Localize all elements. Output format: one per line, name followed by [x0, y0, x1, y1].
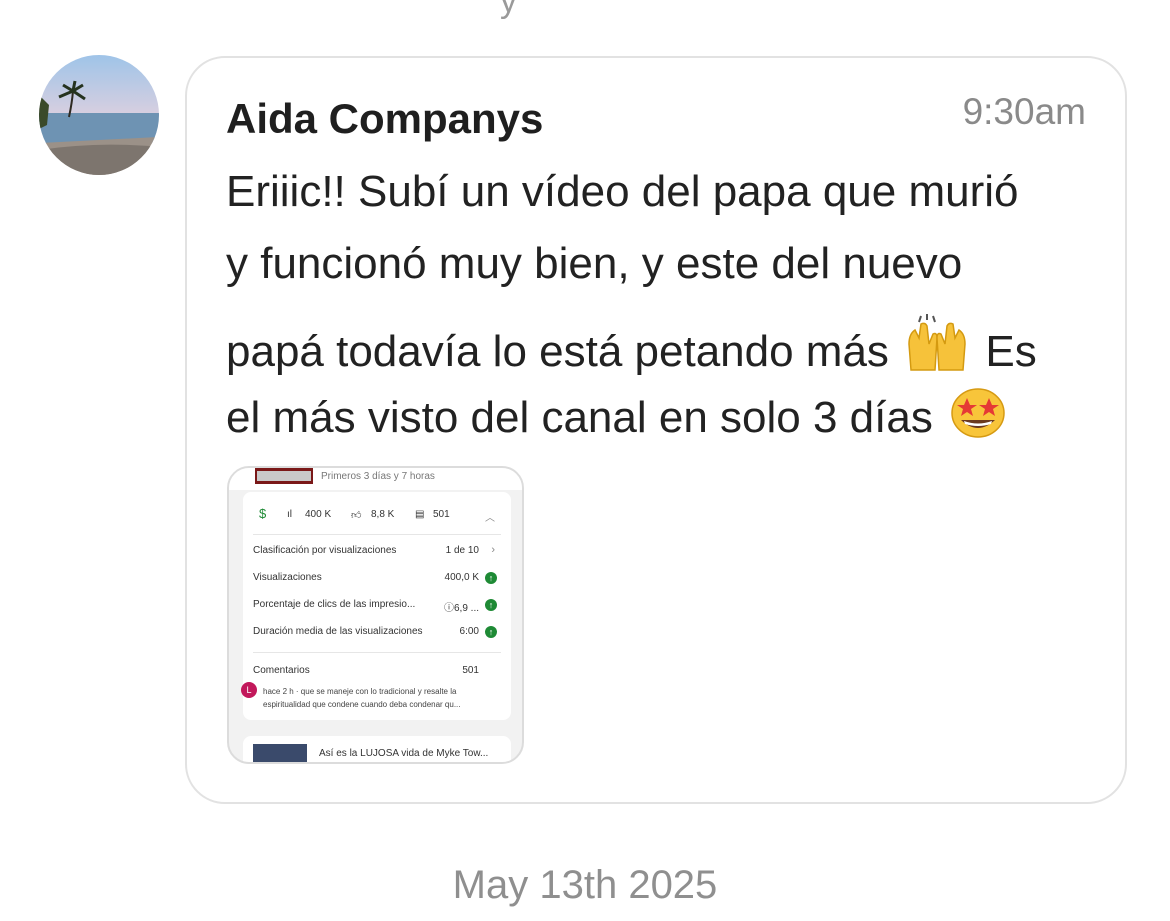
- thumbs-up-icon: 👍︎: [351, 510, 362, 521]
- commenter-avatar: L: [241, 682, 257, 698]
- dollar-icon: $: [259, 506, 267, 521]
- stats-bar: $ ıl 400 K 👍︎ 8,8 K ▤ 501 ︿: [243, 506, 511, 526]
- divider: [253, 652, 501, 653]
- message-line-1: Eriiic!! Subí un vídeo del papa que muri…: [226, 167, 1019, 216]
- row-label: Porcentaje de clics de las impresio...: [253, 599, 416, 610]
- likes-count: 8,8 K: [371, 509, 395, 520]
- comments-stat: 501: [433, 509, 450, 520]
- chevron-right-icon: ›: [491, 544, 495, 556]
- analytics-screenshot-attachment[interactable]: Primeros 3 días y 7 horas $ ıl 400 K 👍︎ …: [227, 466, 524, 764]
- arrow-up-icon: ↑: [485, 572, 497, 584]
- row-label: Duración media de las visualizaciones: [253, 626, 423, 637]
- attachment-header: Primeros 3 días y 7 horas: [229, 468, 522, 490]
- arrow-up-icon: ↑: [485, 626, 497, 638]
- chevron-up-icon[interactable]: ︿: [485, 509, 495, 524]
- previous-text-fragment: y: [500, 0, 517, 20]
- row-label: Visualizaciones: [253, 572, 322, 583]
- views-count: 400 K: [305, 509, 332, 520]
- message-line-3-end: Es: [985, 327, 1037, 376]
- stat-row-rank[interactable]: Clasificación por visualizaciones 1 de 1…: [253, 544, 501, 559]
- next-video-card[interactable]: Así es la LUJOSA vida de Myke Tow...: [243, 736, 511, 762]
- row-value: 6:00: [459, 626, 479, 637]
- sender-name[interactable]: Aida Companys: [226, 95, 543, 143]
- video-thumbnail: [253, 744, 307, 762]
- row-value: ⓘ6,9 ...: [443, 603, 479, 614]
- stat-row-ctr: Porcentaje de clics de las impresio... ⓘ…: [253, 599, 501, 614]
- arrow-up-icon: ↑: [485, 599, 497, 611]
- comments-icon: ▤: [415, 509, 425, 520]
- comment-text-line-2: espiritualidad que condene cuando deba c…: [263, 700, 461, 709]
- date-separator: May 13th 2025: [452, 863, 718, 907]
- period-label: Primeros 3 días y 7 horas: [321, 471, 435, 482]
- divider: [253, 534, 501, 535]
- row-value: 1 de 10: [445, 545, 479, 556]
- message-line-4-text: el más visto del canal en solo 3 días: [226, 393, 933, 442]
- sender-avatar[interactable]: [39, 55, 159, 175]
- comments-row[interactable]: Comentarios 501: [253, 665, 501, 679]
- views-icon: ıl: [287, 509, 292, 520]
- comment-text-line-1: hace 2 h · que se maneje con lo tradicio…: [263, 687, 457, 696]
- stat-row-views: Visualizaciones 400,0 K ↑: [253, 572, 501, 586]
- message-line-3: papá todavía lo está petando más Es: [226, 314, 1037, 380]
- star-struck-emoji-icon: [949, 386, 1007, 446]
- stats-card: $ ıl 400 K 👍︎ 8,8 K ▤ 501 ︿ Clasificació…: [243, 492, 511, 720]
- message-line-2: y funcionó muy bien, y este del nuevo: [226, 239, 963, 288]
- beach-photo: [39, 55, 159, 175]
- row-label: Clasificación por visualizaciones: [253, 545, 397, 556]
- message-line-4: el más visto del canal en solo 3 días: [226, 386, 1011, 446]
- video-thumbnail-logo: [255, 468, 313, 484]
- comments-count: 501: [462, 665, 479, 676]
- message-line-3-text: papá todavía lo está petando más: [226, 327, 889, 376]
- message-time: 9:30am: [962, 91, 1086, 132]
- video-title: Así es la LUJOSA vida de Myke Tow...: [319, 748, 489, 759]
- stat-row-duration: Duración media de las visualizaciones 6:…: [253, 626, 501, 640]
- raising-hands-emoji-icon: [905, 314, 969, 380]
- comments-label: Comentarios: [253, 665, 310, 676]
- row-value: 400,0 K: [444, 572, 479, 583]
